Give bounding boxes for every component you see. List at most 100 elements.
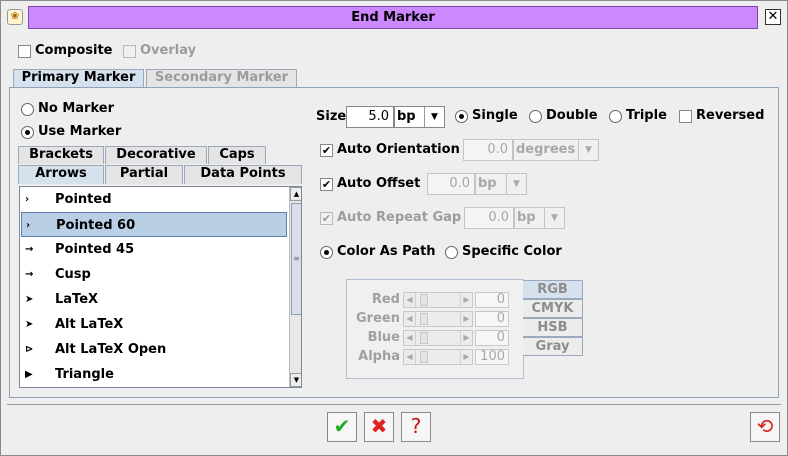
tab-secondary-marker[interactable]: Secondary Marker xyxy=(146,69,297,87)
reversed-label[interactable]: Reversed xyxy=(696,108,764,123)
scrollbar-thumb[interactable]: ≡ xyxy=(291,203,301,315)
no-marker-radio[interactable] xyxy=(21,103,34,116)
specific-color-label[interactable]: Specific Color xyxy=(462,244,562,259)
tab-decorative[interactable]: Decorative xyxy=(105,146,207,164)
red-value[interactable]: 0 xyxy=(475,292,509,308)
arrow-list[interactable]: › Pointed › Pointed 60 → Pointed 45 → Cusp ➤… xyxy=(19,186,302,388)
orientation-input[interactable]: 0.0 xyxy=(463,139,513,161)
help-button[interactable]: ? xyxy=(401,412,431,442)
orientation-unit-value: degrees xyxy=(516,142,576,157)
chevron-down-icon[interactable]: ▼ xyxy=(424,107,444,127)
slider-thumb[interactable] xyxy=(420,313,428,325)
tab-cmyk[interactable]: CMYK xyxy=(523,299,583,318)
overlay-label[interactable]: Overlay xyxy=(140,43,196,58)
chevron-left-icon[interactable]: ◀ xyxy=(404,293,416,307)
size-unit-select[interactable]: bp ▼ xyxy=(394,106,445,128)
tab-arrows[interactable]: Arrows xyxy=(18,165,104,184)
triple-radio[interactable] xyxy=(609,110,622,123)
no-marker-label[interactable]: No Marker xyxy=(38,101,114,116)
tab-brackets[interactable]: Brackets xyxy=(18,146,104,164)
alpha-slider[interactable]: ◀ ▶ xyxy=(403,349,473,365)
cancel-button[interactable]: ✖ xyxy=(364,412,394,442)
auto-repeat-gap-label[interactable]: Auto Repeat Gap xyxy=(337,210,461,225)
specific-color-radio[interactable] xyxy=(445,246,458,259)
use-marker-label[interactable]: Use Marker xyxy=(38,124,121,139)
scroll-down-icon[interactable]: ▼ xyxy=(290,373,301,387)
composite-checkbox[interactable] xyxy=(18,45,31,58)
tab-partial[interactable]: Partial xyxy=(105,165,183,184)
list-item-selected[interactable]: › Pointed 60 xyxy=(21,212,287,237)
slider-thumb[interactable] xyxy=(420,351,428,363)
repeat-gap-unit-select[interactable]: bp ▼ xyxy=(514,207,565,229)
single-label[interactable]: Single xyxy=(472,108,518,123)
list-item-label: Alt LaTeX Open xyxy=(55,342,167,357)
single-radio[interactable] xyxy=(455,110,468,123)
color-as-path-label[interactable]: Color As Path xyxy=(337,244,436,259)
list-item[interactable]: ▶ Triangle xyxy=(21,362,287,387)
chevron-left-icon[interactable]: ◀ xyxy=(404,331,416,345)
ok-button[interactable]: ✔ xyxy=(327,412,357,442)
alpha-value[interactable]: 100 xyxy=(475,349,509,365)
red-slider[interactable]: ◀ ▶ xyxy=(403,292,473,308)
green-value[interactable]: 0 xyxy=(475,311,509,327)
chevron-down-icon[interactable]: ▼ xyxy=(578,140,598,160)
title-bar[interactable]: ❀ End Marker ✕ xyxy=(1,1,787,34)
tab-secondary-label: Secondary Marker xyxy=(154,70,289,85)
chevron-down-icon[interactable]: ▼ xyxy=(506,174,526,194)
checkmark-icon: ✔ xyxy=(333,414,351,438)
orientation-unit-select[interactable]: degrees ▼ xyxy=(513,139,599,161)
chevron-right-icon[interactable]: ▶ xyxy=(460,350,472,364)
overlay-checkbox[interactable] xyxy=(123,45,136,58)
tab-data-points[interactable]: Data Points xyxy=(184,165,302,184)
close-icon[interactable]: ✕ xyxy=(765,9,781,25)
tab-caps-label: Caps xyxy=(219,147,255,162)
color-as-path-radio[interactable] xyxy=(320,246,333,259)
tab-decorative-label: Decorative xyxy=(116,147,196,162)
chevron-right-icon[interactable]: ▶ xyxy=(460,312,472,326)
list-item[interactable]: › Pointed xyxy=(21,187,287,212)
list-scrollbar[interactable]: ▲ ≡ ▼ xyxy=(289,187,301,387)
cusp-arrow-icon: → xyxy=(25,269,34,280)
list-item[interactable]: ➤ LaTeX xyxy=(21,287,287,312)
scroll-up-icon[interactable]: ▲ xyxy=(290,187,301,201)
blue-slider[interactable]: ◀ ▶ xyxy=(403,330,473,346)
blue-label: Blue xyxy=(367,330,400,345)
tab-gray[interactable]: Gray xyxy=(523,337,583,356)
tab-primary-marker[interactable]: Primary Marker xyxy=(13,69,144,88)
slider-thumb[interactable] xyxy=(420,294,428,306)
tab-hsb[interactable]: HSB xyxy=(523,318,583,337)
list-item[interactable]: → Pointed 45 xyxy=(21,237,287,262)
offset-unit-select[interactable]: bp ▼ xyxy=(475,173,527,195)
triangle-arrow-icon: ▶ xyxy=(25,369,33,380)
tab-partial-label: Partial xyxy=(119,166,169,181)
slider-thumb[interactable] xyxy=(420,332,428,344)
blue-value[interactable]: 0 xyxy=(475,330,509,346)
auto-offset-checkbox[interactable] xyxy=(320,178,333,191)
chevron-down-icon[interactable]: ▼ xyxy=(544,208,564,228)
chevron-left-icon[interactable]: ◀ xyxy=(404,350,416,364)
use-marker-radio[interactable] xyxy=(21,126,34,139)
chevron-right-icon[interactable]: ▶ xyxy=(460,293,472,307)
auto-repeat-gap-checkbox[interactable] xyxy=(320,212,333,225)
offset-input[interactable]: 0.0 xyxy=(427,173,475,195)
repeat-gap-input[interactable]: 0.0 xyxy=(464,207,514,229)
list-item[interactable]: ➤ Alt LaTeX xyxy=(21,312,287,337)
auto-orientation-label[interactable]: Auto Orientation xyxy=(337,142,460,157)
auto-offset-label[interactable]: Auto Offset xyxy=(337,176,420,191)
chevron-left-icon[interactable]: ◀ xyxy=(404,312,416,326)
reset-button[interactable]: ⟲ xyxy=(750,412,780,442)
size-input[interactable]: 5.0 xyxy=(346,106,394,128)
double-label[interactable]: Double xyxy=(546,108,598,123)
pointed-60-arrow-icon: › xyxy=(26,220,31,231)
list-item[interactable]: ⊳ Alt LaTeX Open xyxy=(21,337,287,362)
triple-label[interactable]: Triple xyxy=(626,108,667,123)
list-item[interactable]: → Cusp xyxy=(21,262,287,287)
composite-label[interactable]: Composite xyxy=(35,43,112,58)
double-radio[interactable] xyxy=(529,110,542,123)
tab-caps[interactable]: Caps xyxy=(208,146,266,164)
tab-rgb[interactable]: RGB xyxy=(523,280,583,299)
green-slider[interactable]: ◀ ▶ xyxy=(403,311,473,327)
reversed-checkbox[interactable] xyxy=(679,110,692,123)
chevron-right-icon[interactable]: ▶ xyxy=(460,331,472,345)
auto-orientation-checkbox[interactable] xyxy=(320,144,333,157)
